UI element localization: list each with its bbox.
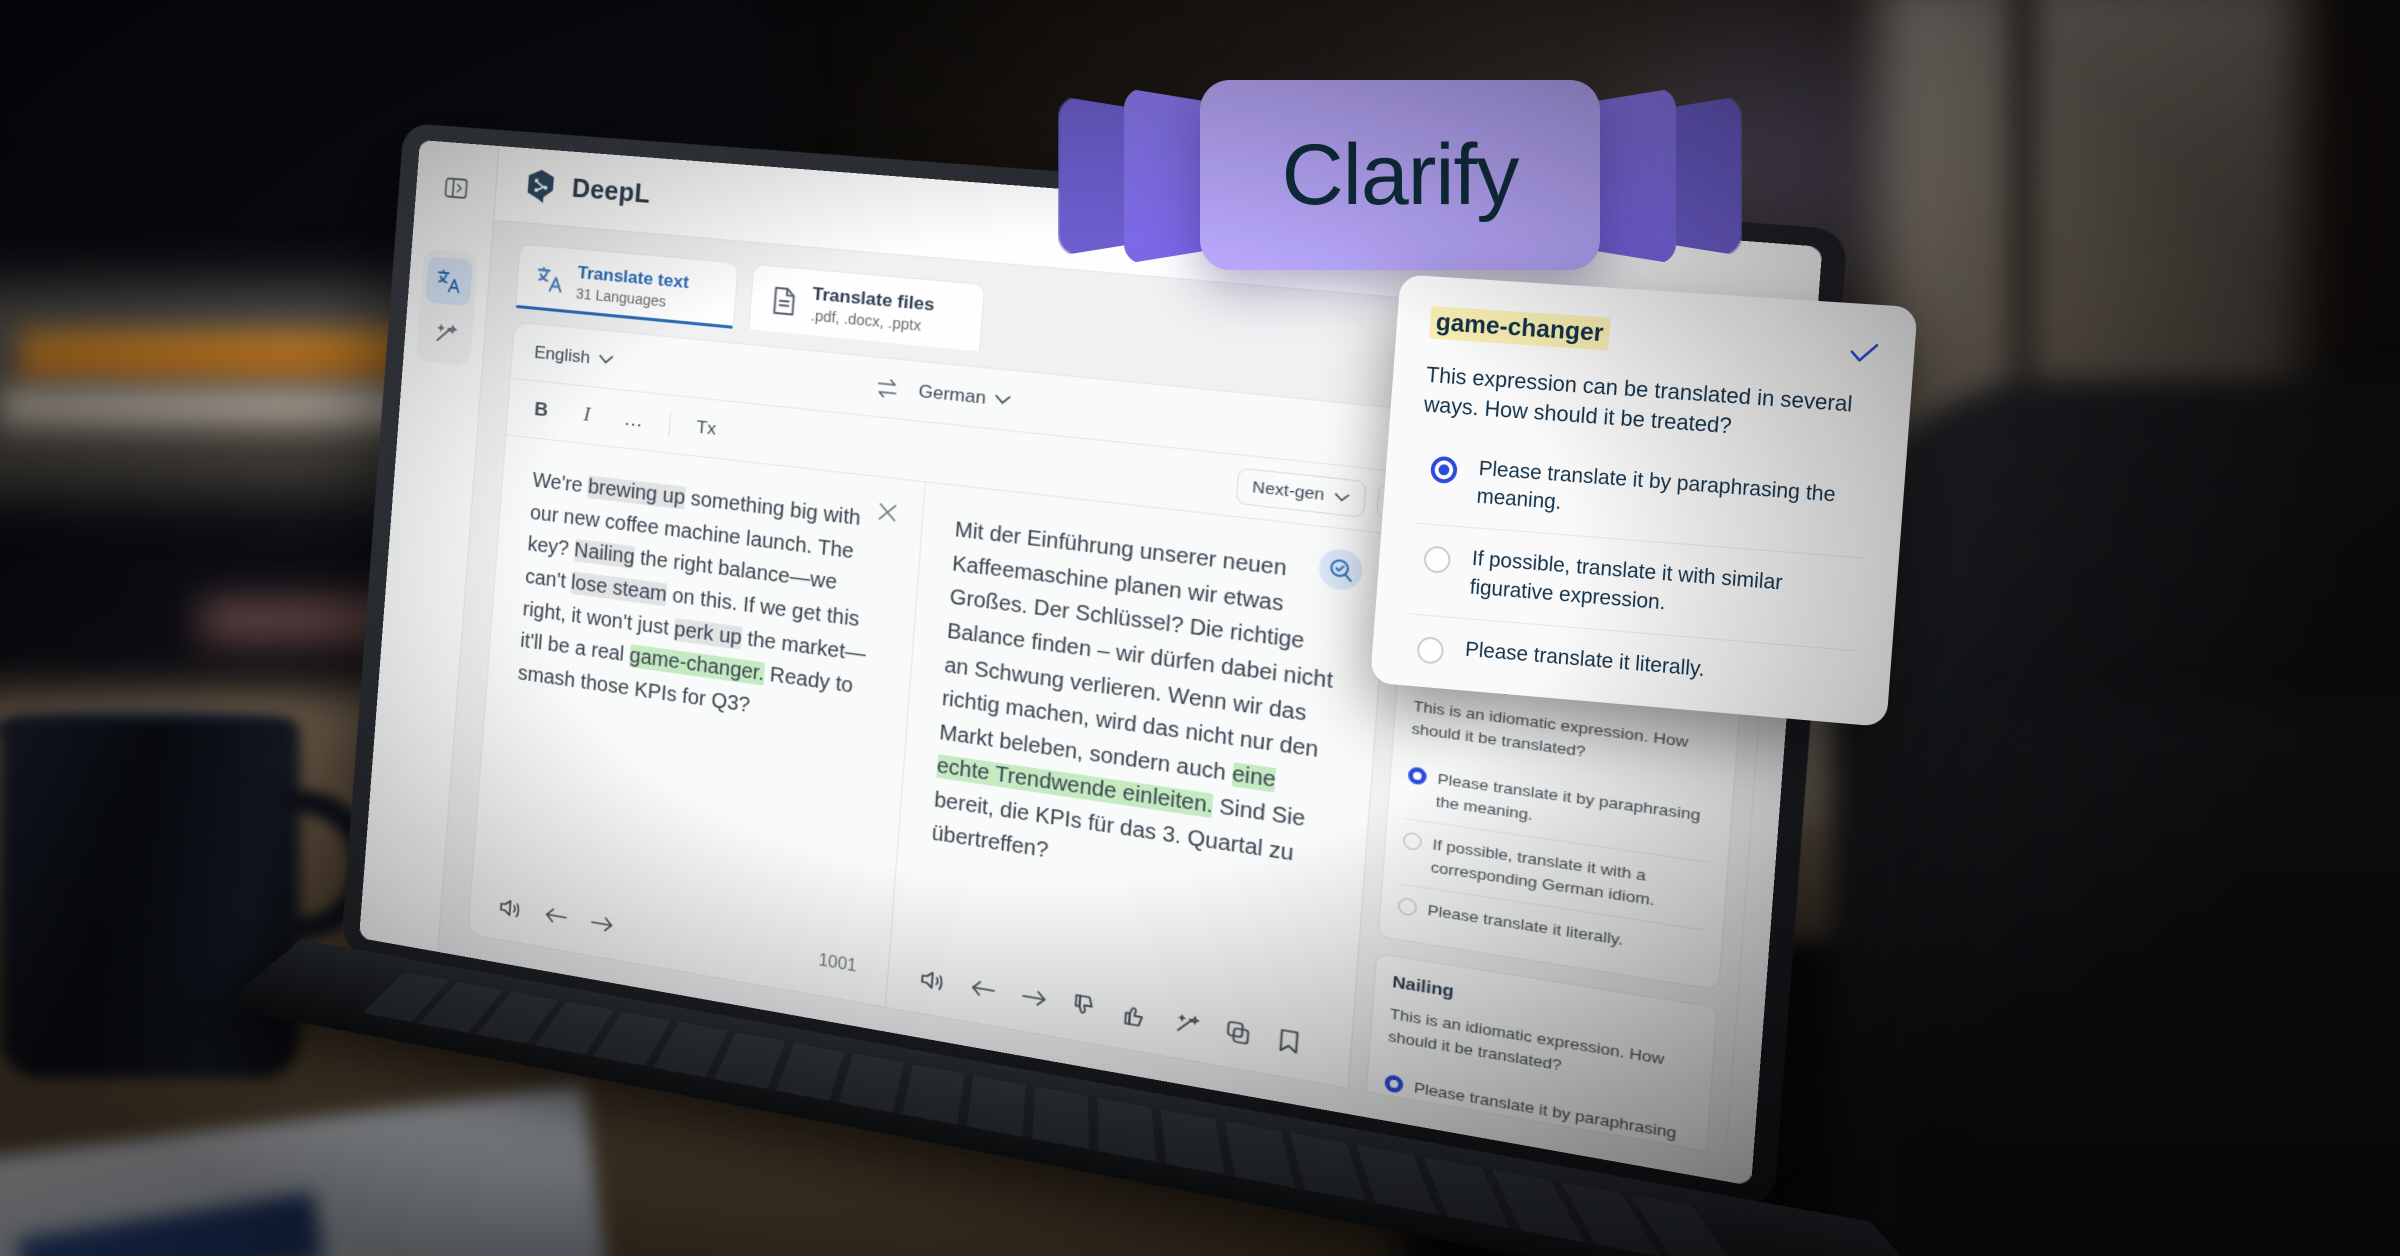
- redo-arrow-icon[interactable]: [589, 913, 615, 936]
- character-count: 1001: [817, 951, 858, 976]
- bold-button[interactable]: B: [525, 398, 556, 424]
- src-highlight-brewing-up[interactable]: brewing up: [587, 475, 686, 510]
- bookmark-icon[interactable]: [1276, 1027, 1302, 1056]
- radio-icon[interactable]: [1407, 766, 1428, 786]
- clear-formatting-button[interactable]: Tx: [690, 416, 723, 440]
- undo-arrow-icon[interactable]: [968, 977, 996, 1001]
- speaker-icon[interactable]: [497, 895, 522, 921]
- radio-icon[interactable]: [1423, 545, 1452, 575]
- target-text: Mit der Einführung unserer neuen Kaffeem…: [930, 514, 1351, 913]
- close-icon[interactable]: [875, 501, 899, 531]
- magic-wand-icon[interactable]: [421, 308, 469, 359]
- source-text: We're brewing up something big with our …: [517, 465, 890, 740]
- popup-options: Please translate it by paraphrasing the …: [1403, 434, 1871, 718]
- src-seg-1: We're: [531, 469, 589, 499]
- popup-option-label: If possible, translate it with similar f…: [1469, 547, 1784, 615]
- clarify-banner: Clarify: [1050, 80, 1750, 280]
- tgt-seg-1: Mit der Einführung unserer neuen Kaffeem…: [938, 518, 1334, 787]
- source-language-label: English: [533, 342, 591, 368]
- checkmark-icon[interactable]: [1848, 339, 1880, 365]
- undo-arrow-icon[interactable]: [543, 905, 568, 928]
- panel-toggle-icon[interactable]: [432, 163, 480, 213]
- clarify-card: Nailing This is an idiomatic expression.…: [1357, 952, 1718, 1154]
- deepl-logo-icon: [523, 167, 559, 206]
- translate-icon[interactable]: [424, 256, 473, 307]
- speaker-icon[interactable]: [918, 966, 946, 994]
- document-icon: [770, 285, 800, 317]
- radio-icon[interactable]: [1416, 636, 1445, 665]
- radio-icon[interactable]: [1384, 1074, 1404, 1095]
- radio-icon[interactable]: [1397, 897, 1418, 917]
- chevron-down-icon: [598, 354, 614, 365]
- tab-translate-files[interactable]: Translate files .pdf, .docx, .pptx: [748, 263, 986, 352]
- radio-icon[interactable]: [1402, 831, 1423, 852]
- rail-tool-group: [415, 248, 479, 367]
- target-language-select[interactable]: German: [918, 381, 1012, 412]
- source-pane: We're brewing up something big with our …: [468, 435, 926, 1007]
- redo-arrow-icon[interactable]: [1020, 986, 1048, 1010]
- src-highlight-nailing[interactable]: Nailing: [573, 539, 636, 570]
- clarify-popup: game-changer This expression can be tran…: [1369, 274, 1918, 728]
- target-language-label: German: [917, 380, 987, 408]
- source-text-area[interactable]: We're brewing up something big with our …: [473, 436, 924, 939]
- popup-term: game-changer: [1428, 305, 1611, 351]
- radio-icon[interactable]: [1429, 455, 1459, 484]
- thumbs-up-icon[interactable]: [1121, 1001, 1148, 1029]
- model-select-chip[interactable]: Next-gen: [1235, 467, 1367, 519]
- tab-translate-text[interactable]: Translate text 31 Languages: [515, 243, 739, 329]
- chevron-down-icon: [994, 394, 1011, 405]
- banner-label: Clarify: [1281, 126, 1520, 223]
- screenshot-scene: DeepL Translate text 31 Languages Transl…: [0, 0, 2400, 1256]
- model-label: Next-gen: [1251, 478, 1326, 505]
- translate-icon: [535, 264, 565, 295]
- src-highlight-lose-steam[interactable]: lose steam: [570, 571, 668, 607]
- italic-button[interactable]: I: [571, 402, 603, 428]
- magic-wand-icon[interactable]: [1172, 1009, 1199, 1038]
- brand-name: DeepL: [570, 174, 652, 210]
- target-text-area[interactable]: Mit der Einführung unserer neuen Kaffeem…: [891, 483, 1390, 1016]
- target-pane: Mit der Einführung unserer neuen Kaffeem…: [885, 483, 1389, 1088]
- chevron-down-icon: [1334, 492, 1350, 503]
- swap-languages-button[interactable]: [875, 376, 900, 400]
- more-formatting-button[interactable]: …: [617, 407, 649, 433]
- copy-icon[interactable]: [1224, 1018, 1252, 1047]
- popup-option-label: Please translate it literally.: [1464, 638, 1706, 682]
- src-highlight-perk-up[interactable]: perk up: [673, 617, 743, 650]
- popup-option-label: Please translate it by paraphrasing the …: [1475, 456, 1837, 515]
- popup-header: game-changer: [1428, 305, 1881, 369]
- banner-core: Clarify: [1200, 80, 1600, 270]
- toolbar-divider: [668, 411, 672, 437]
- thumbs-down-icon[interactable]: [1071, 992, 1098, 1020]
